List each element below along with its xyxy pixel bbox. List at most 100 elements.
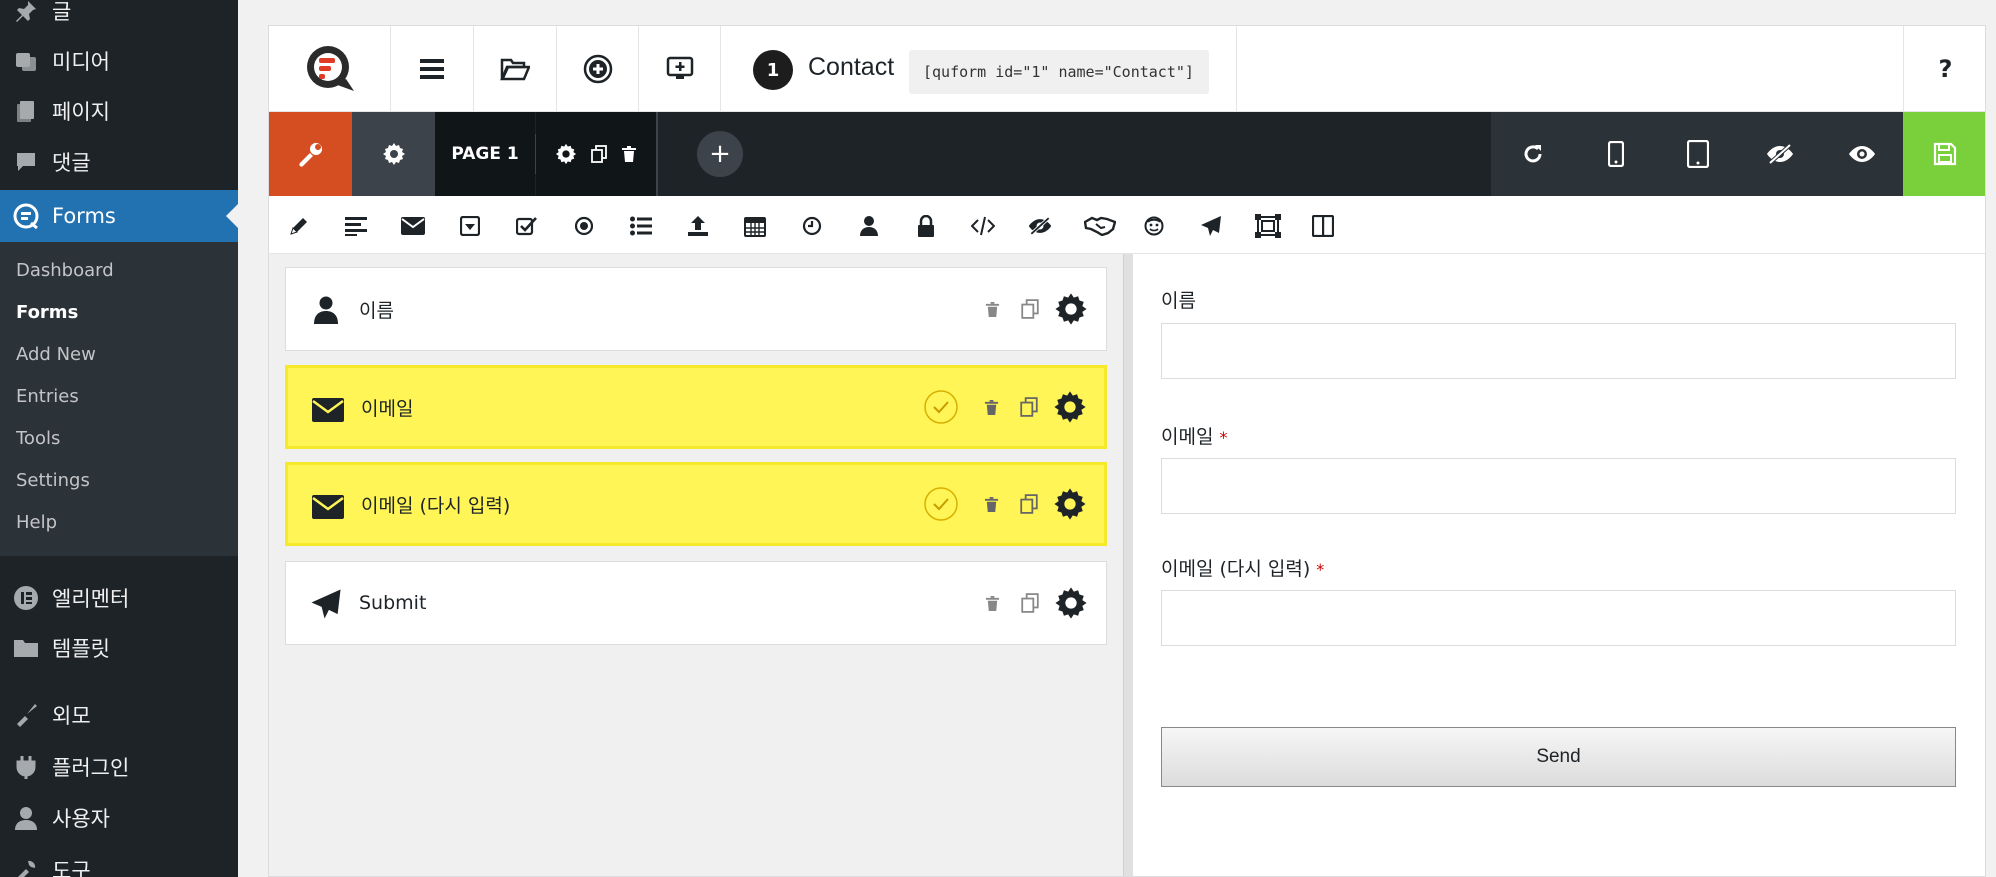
file-upload-icon[interactable] — [685, 213, 711, 239]
submit-field-icon[interactable] — [1198, 213, 1224, 239]
sidebar-item-media[interactable]: 미디어 — [0, 36, 238, 86]
submenu-settings[interactable]: Settings — [16, 470, 90, 491]
field-settings-button[interactable] — [1050, 268, 1092, 350]
copy-icon — [1021, 593, 1039, 613]
menu-button[interactable] — [391, 26, 474, 112]
build-tab[interactable] — [269, 112, 352, 196]
folder-open-icon — [500, 58, 530, 81]
submenu-help[interactable]: Help — [16, 512, 57, 533]
sidebar-item-label: 페이지 — [52, 100, 110, 124]
help-button[interactable]: ? — [1903, 26, 1985, 112]
sidebar-item-forms[interactable]: Forms — [0, 190, 238, 242]
field-row-submit[interactable]: Submit — [285, 561, 1107, 645]
preview-input-email-confirm[interactable] — [1161, 590, 1956, 646]
comments-icon — [12, 148, 40, 176]
sidebar-item-comments[interactable]: 댓글 — [0, 137, 238, 187]
field-settings-button[interactable] — [1050, 562, 1092, 644]
sidebar-item-label: 템플릿 — [52, 637, 110, 661]
recaptcha-face-icon[interactable] — [1141, 213, 1167, 239]
gear-icon — [555, 143, 577, 165]
captcha-handshake-icon[interactable] — [1084, 213, 1116, 239]
panel-resize-handle[interactable] — [1123, 254, 1133, 876]
submenu-tools[interactable]: Tools — [16, 428, 60, 449]
tablet-view-button[interactable] — [1657, 112, 1739, 196]
field-row-name[interactable]: 이름 — [285, 267, 1107, 351]
add-form-button[interactable] — [557, 26, 639, 112]
duplicate-field-button[interactable] — [1017, 268, 1043, 350]
label-text: 이름 — [1161, 290, 1196, 312]
preview-form-button[interactable] — [639, 26, 721, 112]
reload-button[interactable] — [1491, 112, 1574, 196]
delete-field-button[interactable] — [978, 368, 1004, 446]
duplicate-field-button[interactable] — [1017, 562, 1043, 644]
duplicate-field-button[interactable] — [1016, 368, 1042, 446]
open-form-button[interactable] — [474, 26, 557, 112]
field-row-email-confirm[interactable]: 이메일 (다시 입력) — [285, 462, 1107, 546]
time-field-icon[interactable] — [799, 213, 825, 239]
form-settings-tab[interactable] — [352, 112, 435, 196]
columns-field-icon[interactable] — [1310, 213, 1336, 239]
name-field-icon[interactable] — [856, 213, 882, 239]
eye-slash-icon — [1767, 143, 1793, 165]
page-duplicate-button[interactable] — [591, 145, 607, 163]
trash-icon — [622, 146, 636, 162]
text-field-icon[interactable] — [286, 213, 312, 239]
mobile-view-button[interactable] — [1574, 112, 1657, 196]
form-shortcode[interactable]: [quform id="1" name="Contact"] — [909, 50, 1209, 94]
select-field-icon[interactable] — [457, 213, 483, 239]
sidebar-item-elementor[interactable]: 엘리멘터 — [0, 573, 238, 623]
page-delete-button[interactable] — [621, 145, 637, 163]
gear-icon — [1054, 488, 1086, 520]
sidebar-item-pages[interactable]: 페이지 — [0, 86, 238, 136]
delete-field-button[interactable] — [978, 465, 1004, 543]
date-field-icon[interactable] — [742, 213, 768, 239]
form-id-badge: 1 — [753, 50, 793, 90]
sidebar-item-users[interactable]: 사용자 — [0, 793, 238, 843]
multiselect-field-icon[interactable] — [628, 213, 654, 239]
trash-icon — [985, 595, 999, 611]
submenu-dashboard[interactable]: Dashboard — [16, 260, 114, 281]
wrench-icon — [298, 142, 322, 167]
field-check-button[interactable] — [921, 465, 961, 543]
field-settings-button[interactable] — [1049, 368, 1091, 446]
field-label: Submit — [359, 592, 427, 614]
radio-field-icon[interactable] — [571, 213, 597, 239]
copy-icon — [1020, 494, 1038, 514]
send-button[interactable]: Send — [1161, 727, 1956, 787]
delete-field-button[interactable] — [979, 562, 1005, 644]
field-check-button[interactable] — [921, 368, 961, 446]
hide-preview-button[interactable] — [1739, 112, 1821, 196]
sidebar-item-templates[interactable]: 템플릿 — [0, 623, 238, 673]
checkbox-field-icon[interactable] — [514, 213, 540, 239]
sidebar-item-posts[interactable]: 글 — [0, 0, 238, 36]
submenu-add-new[interactable]: Add New — [16, 344, 96, 365]
preview-input-name[interactable] — [1161, 323, 1956, 379]
sidebar-item-label: 외모 — [52, 704, 91, 728]
hidden-field-icon[interactable] — [1027, 213, 1053, 239]
submenu-entries[interactable]: Entries — [16, 386, 79, 407]
required-marker: * — [1316, 560, 1325, 579]
submenu-forms[interactable]: Forms — [16, 302, 78, 323]
eye-icon — [1849, 146, 1875, 162]
duplicate-field-button[interactable] — [1016, 465, 1042, 543]
field-row-email[interactable]: 이메일 — [285, 365, 1107, 449]
email-field-icon[interactable] — [400, 213, 426, 239]
sidebar-item-appearance[interactable]: 외모 — [0, 690, 238, 740]
field-label: 이메일 (다시 입력) — [361, 494, 511, 517]
password-field-icon[interactable] — [913, 213, 939, 239]
show-preview-button[interactable] — [1821, 112, 1903, 196]
trash-icon — [985, 301, 999, 317]
html-field-icon[interactable] — [970, 213, 996, 239]
page-settings-button[interactable] — [555, 143, 577, 165]
preview-input-email[interactable] — [1161, 458, 1956, 514]
textarea-icon[interactable] — [343, 213, 369, 239]
group-field-icon[interactable] — [1255, 213, 1281, 239]
add-page-button[interactable]: + — [697, 131, 743, 177]
delete-field-button[interactable] — [979, 268, 1005, 350]
save-button[interactable] — [1903, 112, 1985, 196]
page-tab-label[interactable]: PAGE 1 — [435, 112, 535, 196]
pin-icon — [12, 0, 40, 25]
field-settings-button[interactable] — [1049, 465, 1091, 543]
sidebar-item-tools[interactable]: 도구 — [0, 845, 238, 877]
sidebar-item-plugins[interactable]: 플러그인 — [0, 742, 238, 792]
